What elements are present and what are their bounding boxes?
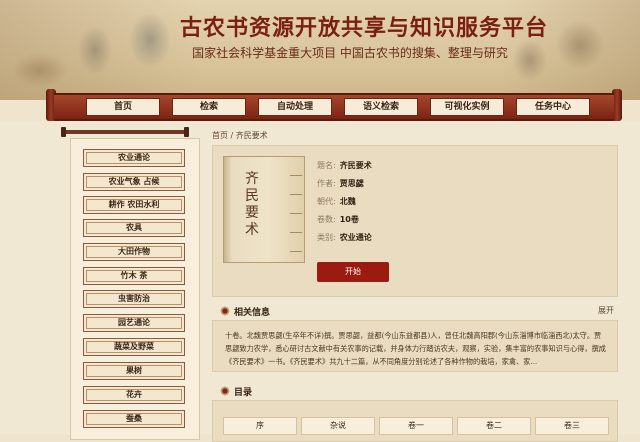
header-banner: 古农书资源开放共享与知识服务平台 国家社会科学基金重大项目 中国古农书的搜集、整…	[0, 0, 640, 100]
meta-value: 农业通论	[339, 233, 372, 242]
toc-header: 目录	[212, 383, 616, 399]
toc-item-volume-2[interactable]: 卷二	[457, 417, 531, 435]
category-field-crops[interactable]: 大田作物	[83, 243, 185, 261]
category-sidebar: 农业通论 农业气象 占候 耕作 农田水利 农具 大田作物 竹木 茶 虫害防治 园…	[70, 138, 200, 440]
nav-item-home[interactable]: 首页	[86, 98, 160, 116]
meta-row-category: 类别: 农业通论	[317, 232, 372, 243]
book-binding-lines	[290, 157, 302, 262]
meta-label: 类别:	[317, 233, 336, 242]
breadcrumb-home-link[interactable]: 首页	[212, 131, 228, 140]
category-bamboo-tea[interactable]: 竹木 茶	[83, 267, 185, 285]
breadcrumb-separator: /	[228, 131, 236, 140]
main-nav: 首页 检索 自动处理 语义检索 可视化实例 任务中心	[54, 93, 614, 121]
related-info-header: 相关信息 展开	[212, 303, 616, 319]
book-detail-panel: 齐民要术 题名: 齐民要术 作者: 贾思勰 朝代: 北魏 卷数: 10卷 类别: 农业通论…	[212, 145, 618, 297]
category-farming-irrigation[interactable]: 耕作 农田水利	[83, 196, 185, 214]
nav-item-search[interactable]: 检索	[172, 98, 246, 116]
category-agri-general[interactable]: 农业通论	[83, 149, 185, 167]
meta-row-dynasty: 朝代: 北魏	[317, 196, 356, 207]
breadcrumb: 首页 / 齐民要术	[212, 130, 268, 141]
meta-value: 齐民要术	[339, 161, 372, 170]
category-tools[interactable]: 农具	[83, 219, 185, 237]
meta-label: 卷数:	[317, 215, 336, 224]
related-info-text: 十卷。北魏贾思勰(生卒年不详)撰。贾思勰，益都(今山东益都县)人，曾任北魏高阳郡…	[225, 331, 606, 366]
toc-item-preface[interactable]: 序	[223, 417, 297, 435]
category-vegetables[interactable]: 蔬菜及野菜	[83, 338, 185, 356]
category-sericulture[interactable]: 蚕桑	[83, 410, 185, 428]
toc-item-miscellany[interactable]: 杂说	[301, 417, 375, 435]
start-button[interactable]: 开始	[317, 262, 389, 282]
section-bullet-icon	[220, 386, 230, 396]
nav-item-auto-process[interactable]: 自动处理	[258, 98, 332, 116]
meta-label: 作者:	[317, 179, 336, 188]
toc-item-volume-3[interactable]: 卷三	[535, 417, 609, 435]
meta-value: 北魏	[339, 197, 356, 206]
site-title: 古农书资源开放共享与知识服务平台	[180, 15, 549, 41]
related-info-title: 相关信息	[234, 308, 271, 318]
meta-row-title: 题名: 齐民要术	[317, 160, 372, 171]
expand-link[interactable]: 展开	[598, 305, 614, 316]
meta-value: 贾思勰	[339, 179, 364, 188]
sidebar-scroll-rod	[61, 127, 189, 137]
toc-box: 序 杂说 卷一 卷二 卷三	[212, 400, 618, 442]
category-meteorology[interactable]: 农业气象 占候	[83, 173, 185, 191]
meta-row-volumes: 卷数: 10卷	[317, 214, 359, 225]
book-cover-title: 齐民要术	[245, 171, 259, 238]
category-fruit-trees[interactable]: 果树	[83, 362, 185, 380]
meta-label: 题名:	[317, 161, 336, 170]
meta-value: 10卷	[339, 215, 359, 224]
book-cover-image: 齐民要术	[223, 156, 305, 263]
related-info-box: 十卷。北魏贾思勰(生卒年不详)撰。贾思勰，益都(今山东益都县)人，曾任北魏高阳郡…	[212, 320, 618, 372]
nav-item-task-center[interactable]: 任务中心	[516, 98, 590, 116]
breadcrumb-current: 齐民要术	[235, 131, 268, 140]
category-pest-control[interactable]: 虫害防治	[83, 290, 185, 308]
meta-label: 朝代:	[317, 197, 336, 206]
nav-item-semantic-search[interactable]: 语义检索	[344, 98, 418, 116]
banner-illustration-left	[0, 0, 200, 100]
nav-item-visualization[interactable]: 可视化实例	[430, 98, 504, 116]
site-subtitle: 国家社会科学基金重大项目 中国古农书的搜集、整理与研究	[192, 46, 508, 60]
section-bullet-icon	[220, 306, 230, 316]
category-flowers[interactable]: 花卉	[83, 386, 185, 404]
meta-row-author: 作者: 贾思勰	[317, 178, 364, 189]
toc-item-volume-1[interactable]: 卷一	[379, 417, 453, 435]
toc-title: 目录	[234, 388, 253, 398]
category-horticulture[interactable]: 园艺通论	[83, 314, 185, 332]
